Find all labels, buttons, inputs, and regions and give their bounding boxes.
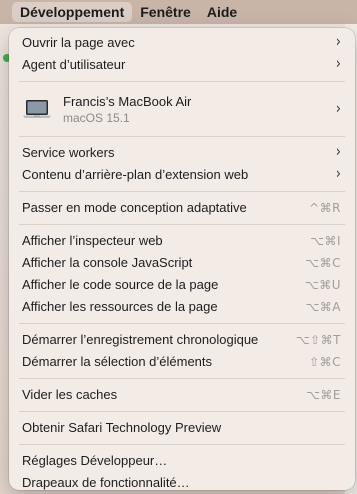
menu-item-enregistrement-chronologique[interactable]: Démarrer l’enregistrement chronologique …: [9, 329, 355, 351]
menu-item-agent-utilisateur[interactable]: Agent d’utilisateur ›: [9, 54, 355, 76]
menu-bar: Développement Fenêtre Aide: [0, 0, 357, 24]
menu-item-label: Vider les caches: [22, 387, 118, 402]
device-os-version: macOS 15.1: [63, 110, 130, 125]
menu-item-label: Démarrer la sélection d’éléments: [22, 354, 213, 369]
menu-item-reglages-developpeur[interactable]: Réglages Développeur…: [9, 450, 355, 472]
menu-separator: [19, 136, 345, 137]
menu-item-label: Afficher les ressources de la page: [22, 299, 218, 314]
menu-item-code-source[interactable]: Afficher le code source de la page ⌥⌘U: [9, 274, 355, 296]
menu-item-label: Afficher la console JavaScript: [22, 255, 193, 270]
menu-separator: [19, 411, 345, 412]
menu-item-conception-adaptative[interactable]: Passer en mode conception adaptative ^⌘R: [9, 197, 355, 219]
menu-separator: [19, 323, 345, 324]
menu-separator: [19, 444, 345, 445]
device-name: Francis’s MacBook Air: [63, 93, 192, 109]
laptop-icon: [22, 98, 52, 120]
chevron-right-icon: ›: [335, 55, 341, 74]
shortcut-label: ⌥⌘I: [310, 234, 341, 248]
menu-separator: [19, 224, 345, 225]
menu-separator: [19, 191, 345, 192]
menu-item-ouvrir-page[interactable]: Ouvrir la page avec ›: [9, 32, 355, 54]
menu-item-label: Agent d’utilisateur: [22, 57, 126, 72]
menu-item-label: Passer en mode conception adaptative: [22, 200, 247, 215]
shortcut-label: ⇧⌘C: [309, 355, 341, 369]
menu-item-label: Réglages Développeur…: [22, 453, 168, 468]
menu-item-label: Afficher l’inspecteur web: [22, 233, 163, 248]
menu-aide[interactable]: Aide: [199, 2, 245, 22]
menu-item-label: Contenu d’arrière-plan d’extension web: [22, 167, 249, 182]
menu-item-label: Afficher le code source de la page: [22, 277, 219, 292]
menu-item-device[interactable]: Francis’s MacBook Air macOS 15.1 ›: [9, 87, 355, 131]
menu-item-label: Démarrer l’enregistrement chronologique: [22, 332, 259, 347]
menu-item-selection-elements[interactable]: Démarrer la sélection d’éléments ⇧⌘C: [9, 351, 355, 373]
menu-separator: [19, 81, 345, 82]
chevron-right-icon: ›: [335, 100, 341, 118]
shortcut-label: ⌥⌘A: [305, 300, 341, 314]
menu-developpement[interactable]: Développement: [12, 2, 133, 22]
menu-item-label: Service workers: [22, 145, 115, 160]
shortcut-label: ⌥⌘C: [305, 256, 341, 270]
menu-item-ressources[interactable]: Afficher les ressources de la page ⌥⌘A: [9, 296, 355, 318]
menu-item-drapeaux[interactable]: Drapeaux de fonctionnalité…: [9, 472, 355, 494]
menu-item-contenu-extension[interactable]: Contenu d’arrière-plan d’extension web ›: [9, 164, 355, 186]
developpement-dropdown: Ouvrir la page avec › Agent d’utilisateu…: [9, 28, 355, 490]
menu-separator: [19, 378, 345, 379]
shortcut-label: ⌥⌘U: [304, 278, 341, 292]
menu-item-vider-caches[interactable]: Vider les caches ⌥⌘E: [9, 384, 355, 406]
menu-item-service-workers[interactable]: Service workers ›: [9, 142, 355, 164]
menu-item-safari-technology-preview[interactable]: Obtenir Safari Technology Preview: [9, 417, 355, 439]
menu-item-label: Drapeaux de fonctionnalité…: [22, 475, 190, 490]
shortcut-label: ⌥⇧⌘T: [295, 333, 341, 347]
shortcut-label: ⌥⌘E: [306, 388, 341, 402]
menu-item-label: Ouvrir la page avec: [22, 35, 135, 50]
shortcut-label: ^⌘R: [309, 201, 341, 215]
menu-item-label: Obtenir Safari Technology Preview: [22, 420, 222, 435]
menu-item-console-javascript[interactable]: Afficher la console JavaScript ⌥⌘C: [9, 252, 355, 274]
chevron-right-icon: ›: [335, 165, 341, 184]
menu-fenetre[interactable]: Fenêtre: [132, 2, 199, 22]
menu-item-inspecteur-web[interactable]: Afficher l’inspecteur web ⌥⌘I: [9, 230, 355, 252]
